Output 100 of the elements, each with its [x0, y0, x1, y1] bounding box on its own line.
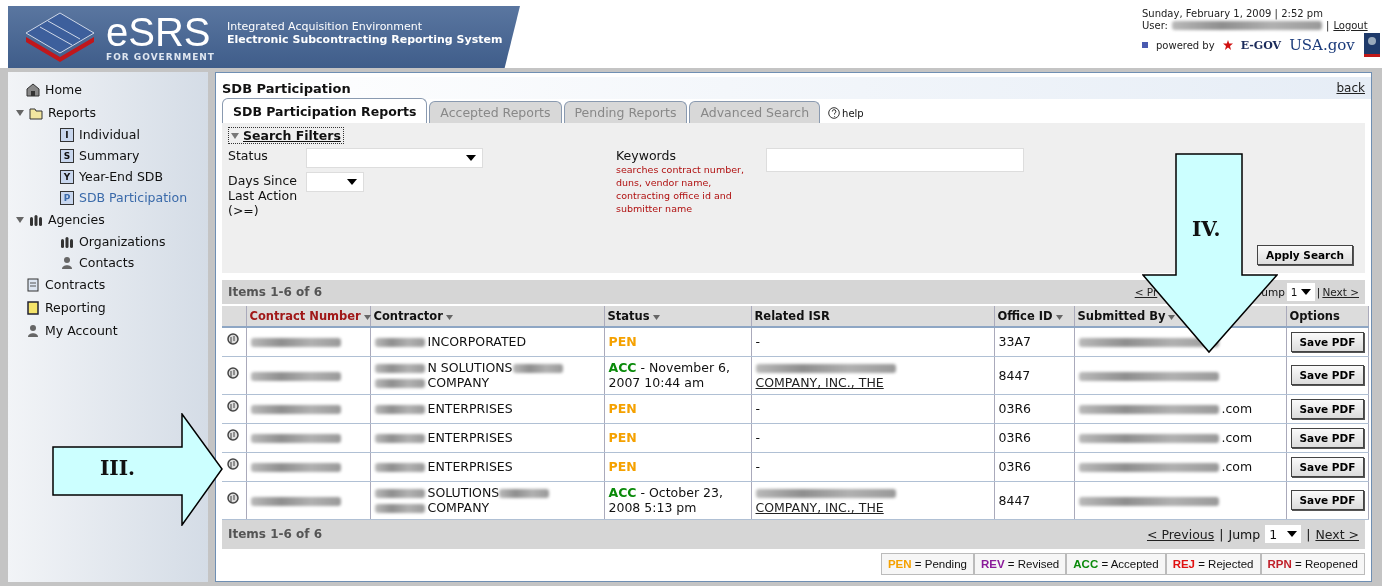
- field-label: Status: [228, 148, 269, 163]
- sidebar-item[interactable]: I Individual: [26, 124, 208, 145]
- save-pdf-button[interactable]: Save PDF: [1290, 331, 1365, 352]
- keywords-hint: searches contract number, duns, vendor name, contracting office id and submitter name: [616, 163, 745, 215]
- page-select[interactable]: 1: [1286, 283, 1315, 301]
- sidebar-item[interactable]: Y Year-End SDB: [26, 166, 208, 187]
- tab[interactable]: SDB Participation Reports: [222, 98, 428, 123]
- usagov-logo: USA.gov: [1289, 36, 1355, 54]
- cell-text: .com: [1221, 459, 1253, 474]
- save-pdf-button[interactable]: Save PDF: [1290, 456, 1365, 477]
- separator: |: [1219, 526, 1224, 542]
- people-icon: [60, 234, 74, 249]
- column-header[interactable]: Contract Number: [246, 306, 370, 327]
- table-cell: 03R6: [994, 394, 1074, 423]
- save-pdf-button[interactable]: Save PDF: [1290, 398, 1365, 419]
- column-header[interactable]: Contractor: [370, 306, 604, 327]
- expanded-triangle-icon[interactable]: [16, 215, 24, 224]
- sidebar-item[interactable]: Agencies: [26, 208, 208, 231]
- redacted-text: [374, 338, 425, 348]
- legend-item: ACC = Accepted: [1066, 552, 1166, 575]
- separator: |: [1316, 286, 1321, 298]
- seal-icon: [1362, 32, 1381, 58]
- table-cell: 8447: [994, 481, 1074, 519]
- sidebar-item[interactable]: Home: [26, 78, 208, 101]
- redacted-text: [374, 489, 425, 498]
- cell-text: ENTERPRISES: [427, 401, 513, 416]
- cell-text: -: [755, 401, 760, 416]
- sidebar-item[interactable]: Contacts: [26, 252, 208, 273]
- next-link[interactable]: Next >: [1322, 286, 1359, 298]
- sidebar-item[interactable]: S Summary: [26, 145, 208, 166]
- help-link[interactable]: help: [828, 107, 864, 119]
- days-select[interactable]: [306, 172, 364, 192]
- powered-by-text: powered by: [1156, 39, 1215, 51]
- sort-icon: [363, 315, 371, 320]
- isr-link[interactable]: COMPANY, INC., THE: [755, 375, 884, 390]
- status-text: ACC - October 23, 2008 5:13 pm: [608, 485, 723, 515]
- status-text: PEN: [608, 401, 637, 416]
- sort-icon: [652, 315, 660, 320]
- notebook-icon: [26, 300, 40, 315]
- letter-icon: I: [60, 127, 74, 142]
- sort-icon: [1168, 315, 1176, 320]
- callout-label: III.: [100, 456, 136, 480]
- square-bullet-icon: [1142, 42, 1148, 48]
- keywords-field[interactable]: [766, 148, 1024, 172]
- status-text: ACC - November 6, 2007 10:44 am: [608, 360, 730, 390]
- sidebar-item[interactable]: Reporting: [26, 296, 208, 319]
- apply-search-button[interactable]: Apply Search: [1257, 245, 1353, 265]
- legend-item: REJ = Rejected: [1165, 552, 1261, 575]
- sidebar-item[interactable]: P SDB Participation: [26, 187, 208, 208]
- save-pdf-button[interactable]: Save PDF: [1290, 490, 1365, 510]
- sort-icon: [1055, 315, 1063, 320]
- status-text: PEN: [608, 430, 637, 445]
- cell-text: COMPANY: [427, 500, 490, 515]
- sidebar-item[interactable]: My Account: [26, 319, 208, 342]
- save-pdf-button[interactable]: Save PDF: [1290, 365, 1365, 385]
- sidebar-item[interactable]: Contracts: [26, 273, 208, 296]
- separator: |: [1326, 20, 1330, 31]
- field-label: Days Since Last Action (>=): [228, 173, 299, 218]
- page-select[interactable]: 1: [1265, 525, 1302, 543]
- legend-item: REV = Revised: [973, 552, 1067, 575]
- redacted-text: [374, 364, 425, 373]
- letter-icon: P: [60, 190, 74, 205]
- redacted-text: [499, 489, 550, 498]
- previous-link[interactable]: < Pr: [1134, 286, 1158, 298]
- date-time: Sunday, February 1, 2009 | 2:52 pm: [1142, 8, 1324, 19]
- previous-link[interactable]: < Previous: [1146, 526, 1215, 542]
- status-text: PEN: [608, 459, 637, 474]
- logo-subtitle: FOR GOVERNMENT: [106, 52, 215, 62]
- sidebar-item[interactable]: Reports: [26, 101, 208, 124]
- user-label: User:: [1142, 20, 1168, 31]
- expanded-triangle-icon[interactable]: [16, 108, 24, 117]
- search-filters-toggle[interactable]: Search Filters: [228, 127, 344, 144]
- letter-icon: S: [60, 148, 74, 163]
- cell-text: .com: [1221, 430, 1253, 445]
- column-header[interactable]: Office ID: [994, 306, 1074, 327]
- redacted-text: [374, 463, 425, 472]
- sidebar-item[interactable]: Organizations: [26, 231, 208, 252]
- table-cell: 8447: [994, 356, 1074, 394]
- dropdown-caret-icon: [466, 155, 476, 161]
- isr-link[interactable]: COMPANY, INC., THE: [755, 500, 884, 515]
- column-header[interactable]: Status: [604, 306, 751, 327]
- redacted-text: [374, 379, 425, 388]
- next-link[interactable]: Next >: [1315, 526, 1359, 542]
- table-cell: 03R6: [994, 423, 1074, 452]
- page-title: SDB Participation: [222, 80, 351, 96]
- save-pdf-button[interactable]: Save PDF: [1290, 427, 1365, 448]
- letter-icon: Y: [60, 169, 74, 184]
- cell-text: -: [755, 334, 760, 350]
- star-icon: [1222, 40, 1233, 50]
- sort-icon: [445, 315, 453, 320]
- person-icon: [60, 255, 74, 270]
- logout-link[interactable]: Logout: [1333, 20, 1368, 31]
- items-count: Items 1-6 of 6: [228, 285, 322, 299]
- back-link[interactable]: back: [1336, 81, 1365, 95]
- cell-text: N SOLUTIONS: [427, 360, 513, 375]
- redacted-text: [374, 434, 425, 443]
- dropdown-caret-icon: [347, 179, 357, 185]
- callout-label: IV.: [1192, 217, 1221, 241]
- column-header: Related ISR: [751, 306, 994, 327]
- cell-text: ENTERPRISES: [427, 459, 513, 474]
